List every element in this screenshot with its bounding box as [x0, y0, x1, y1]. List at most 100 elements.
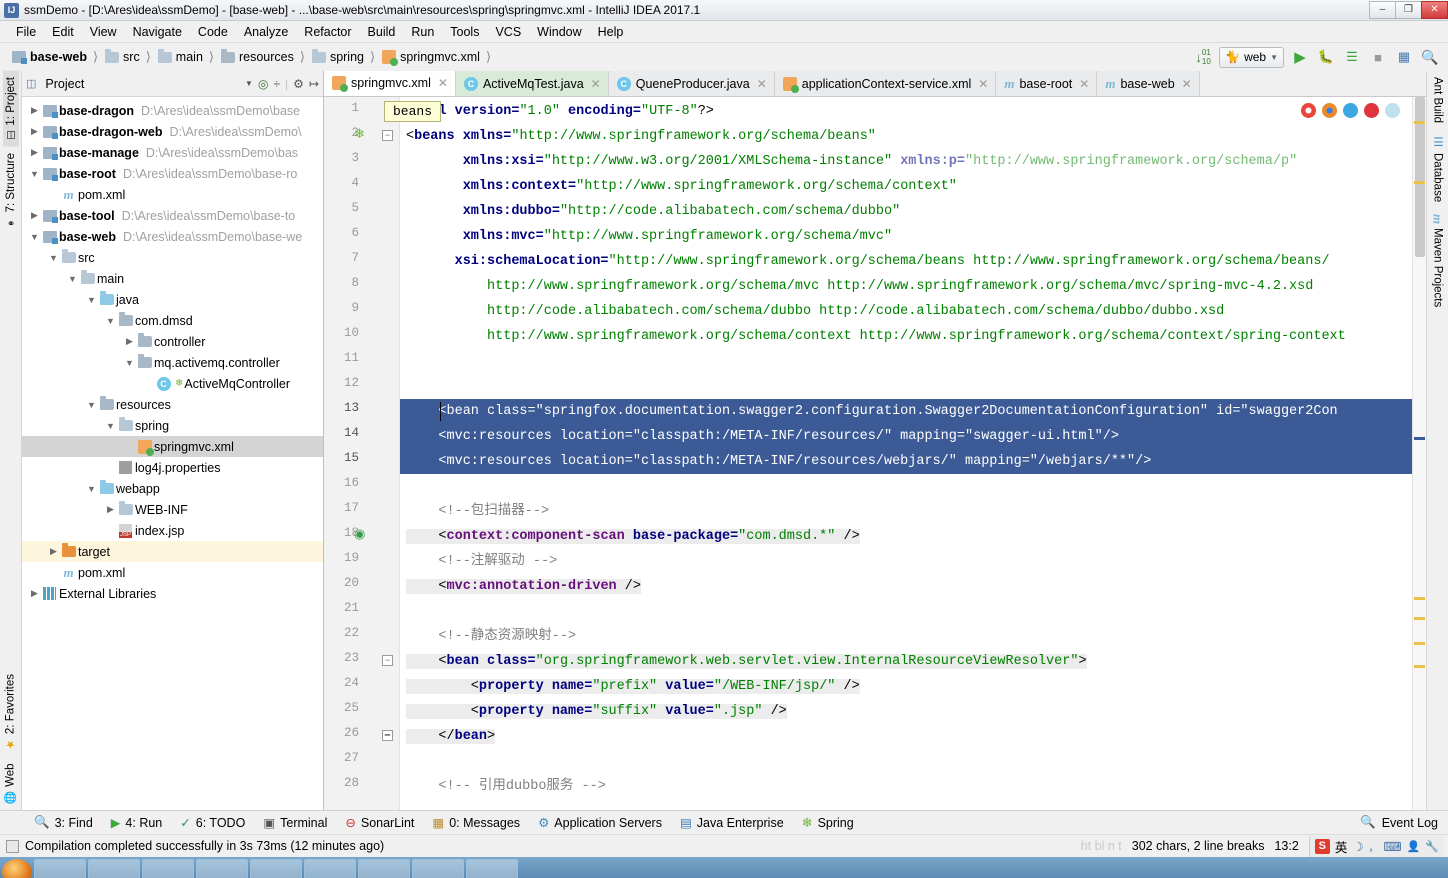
tree-node-webapp[interactable]: ▼ webapp: [22, 478, 323, 499]
toolwindow-todo[interactable]: ✓ 6: TODO: [180, 815, 245, 831]
toolwindow-application-servers[interactable]: ⚙ Application Servers: [538, 815, 662, 831]
tree-node-web-inf[interactable]: ▶ WEB-INF: [22, 499, 323, 520]
error-stripe-mark[interactable]: [1414, 437, 1425, 440]
chevron-down-icon[interactable]: ▼: [245, 79, 253, 88]
gutter-line-8[interactable]: 8: [324, 274, 399, 299]
ime-moon-icon[interactable]: ☽: [1352, 839, 1363, 854]
breadcrumb-item-spring[interactable]: spring: [310, 48, 366, 65]
tree-node-java[interactable]: ▼ java: [22, 289, 323, 310]
code-line-15[interactable]: <mvc:resources location="classpath:/META…: [400, 449, 1426, 474]
keyboard-icon[interactable]: ⌨: [1384, 839, 1402, 854]
code-line-9[interactable]: http://code.alibabatech.com/schema/dubbo…: [400, 299, 1426, 324]
taskbar-item[interactable]: [304, 859, 356, 878]
error-stripe-mark[interactable]: [1414, 597, 1425, 600]
expand-arrow-icon[interactable]: ▼: [123, 358, 136, 368]
error-stripe-mark[interactable]: [1414, 665, 1425, 668]
expand-arrow-icon[interactable]: ▼: [85, 484, 98, 494]
code-line-3[interactable]: xmlns:xsi="http://www.w3.org/2001/XMLSch…: [400, 149, 1426, 174]
breadcrumb-item-springmvc-xml[interactable]: springmvc.xml: [380, 49, 482, 66]
toolwindow-spring[interactable]: ❄ Spring: [802, 815, 854, 831]
sidebar-item-database[interactable]: ☰ Database: [1429, 129, 1447, 208]
tree-node-base-dragon-web[interactable]: ▶ base-dragon-web D:\Ares\idea\ssmDemo\: [22, 121, 323, 142]
gutter-line-15[interactable]: 15: [324, 449, 399, 474]
tree-node-springmvc-xml[interactable]: ▶ springmvc.xml: [22, 436, 323, 457]
tree-node-resources[interactable]: ▼ resources: [22, 394, 323, 415]
sidebar-item-ant-build[interactable]: Ant Build: [1430, 71, 1446, 129]
gutter-line-25[interactable]: 25: [324, 699, 399, 724]
tree-node-com-dmsd[interactable]: ▼ com.dmsd: [22, 310, 323, 331]
fold-collapse-icon[interactable]: −: [382, 130, 393, 141]
gutter-line-24[interactable]: 24: [324, 674, 399, 699]
menu-analyze[interactable]: Analyze: [236, 23, 296, 41]
breadcrumb-item-main[interactable]: main: [156, 48, 205, 65]
firefox-icon[interactable]: [1322, 103, 1337, 118]
spring-bean-gutter-icon[interactable]: ❄: [354, 126, 372, 144]
collapse-arrow-icon[interactable]: ▶: [28, 105, 41, 116]
menu-view[interactable]: View: [82, 23, 125, 41]
gutter-line-21[interactable]: 21: [324, 599, 399, 624]
collapse-arrow-icon[interactable]: ▶: [28, 588, 41, 599]
menu-vcs[interactable]: VCS: [487, 23, 529, 41]
close-icon[interactable]: ✕: [591, 77, 601, 91]
editor-tab-springmvc-xml[interactable]: springmvc.xml ✕: [324, 71, 456, 96]
code-line-4[interactable]: xmlns:context="http://www.springframewor…: [400, 174, 1426, 199]
editor-tab-applicationcontext-service-xml[interactable]: applicationContext-service.xml ✕: [774, 71, 997, 96]
gutter-line-5[interactable]: 5: [324, 199, 399, 224]
code-line-19[interactable]: <!--注解驱动 -->: [400, 549, 1426, 574]
safari-icon[interactable]: [1385, 103, 1400, 118]
gutter-line-27[interactable]: 27: [324, 749, 399, 774]
code-line-26[interactable]: </bean>: [400, 724, 1426, 749]
code-line-16[interactable]: [400, 474, 1426, 499]
sidebar-item-favorites[interactable]: ★ 2: Favorites: [2, 668, 19, 757]
menu-code[interactable]: Code: [190, 23, 236, 41]
gutter-line-7[interactable]: 7: [324, 249, 399, 274]
toolwindow-terminal[interactable]: ▣ Terminal: [263, 815, 327, 831]
toolwindow-find[interactable]: 🔍 3: Find: [34, 815, 93, 830]
gutter-line-19[interactable]: 19: [324, 549, 399, 574]
tree-node-spring[interactable]: ▼ spring: [22, 415, 323, 436]
ime-language-icon[interactable]: 英: [1335, 837, 1348, 856]
tree-node-target[interactable]: ▶ target: [22, 541, 323, 562]
expand-arrow-icon[interactable]: ▼: [85, 400, 98, 410]
collapse-arrow-icon[interactable]: ▶: [28, 126, 41, 137]
close-button[interactable]: ✕: [1421, 0, 1448, 19]
ime-punctuation-icon[interactable]: ，: [1369, 839, 1379, 854]
taskbar-item[interactable]: [142, 859, 194, 878]
chrome-icon[interactable]: [1301, 103, 1316, 118]
menu-help[interactable]: Help: [590, 23, 632, 41]
expand-arrow-icon[interactable]: ▼: [104, 421, 117, 431]
editor-vertical-scrollbar[interactable]: [1412, 97, 1426, 810]
gutter-line-11[interactable]: 11: [324, 349, 399, 374]
gutter-line-9[interactable]: 9: [324, 299, 399, 324]
code-line-23[interactable]: <bean class="org.springframework.web.ser…: [400, 649, 1426, 674]
code-line-1[interactable]: <?xml version="1.0" encoding="UTF-8"?>: [400, 99, 1426, 124]
code-line-14[interactable]: <mvc:resources location="classpath:/META…: [400, 424, 1426, 449]
close-icon[interactable]: ✕: [978, 77, 988, 91]
tree-node-mq-activemq-controller[interactable]: ▼ mq.activemq.controller: [22, 352, 323, 373]
breadcrumb-item-base-web[interactable]: base-web: [10, 49, 89, 65]
toolwindow-sonarlint[interactable]: ⊖ SonarLint: [345, 815, 414, 831]
start-button[interactable]: [2, 859, 32, 878]
tree-node-activemqcontroller[interactable]: ▶C ❄ActiveMqController: [22, 373, 323, 394]
tool-icon[interactable]: 🔧: [1425, 840, 1439, 853]
gutter-line-14[interactable]: 14: [324, 424, 399, 449]
close-icon[interactable]: ✕: [1182, 77, 1192, 91]
locate-icon[interactable]: ◎: [258, 77, 268, 91]
sogou-icon[interactable]: S: [1314, 838, 1330, 854]
tree-node-pom-xml[interactable]: ▶m pom.xml: [22, 184, 323, 205]
gutter-line-3[interactable]: 3: [324, 149, 399, 174]
error-stripe-mark[interactable]: [1414, 121, 1425, 124]
toolwindow-messages[interactable]: ▦ 0: Messages: [432, 815, 520, 831]
tree-node-pom-xml[interactable]: ▶m pom.xml: [22, 562, 323, 583]
code-line-6[interactable]: xmlns:mvc="http://www.springframework.or…: [400, 224, 1426, 249]
menu-file[interactable]: File: [8, 23, 44, 41]
gutter-line-16[interactable]: 16: [324, 474, 399, 499]
menu-edit[interactable]: Edit: [44, 23, 82, 41]
fold-end-icon[interactable]: ━: [382, 730, 393, 741]
run-button[interactable]: ▶: [1290, 47, 1310, 67]
menu-navigate[interactable]: Navigate: [125, 23, 190, 41]
editor-gutter[interactable]: 1 2 ❄ − 3 4 5 6 7 8 9 10 11 12 13 14 15 16 17 18 ◉ 19 20 21 22 23…: [324, 97, 400, 810]
expand-arrow-icon[interactable]: ▼: [28, 169, 41, 179]
gutter-line-20[interactable]: 20: [324, 574, 399, 599]
code-line-12[interactable]: [400, 374, 1426, 399]
